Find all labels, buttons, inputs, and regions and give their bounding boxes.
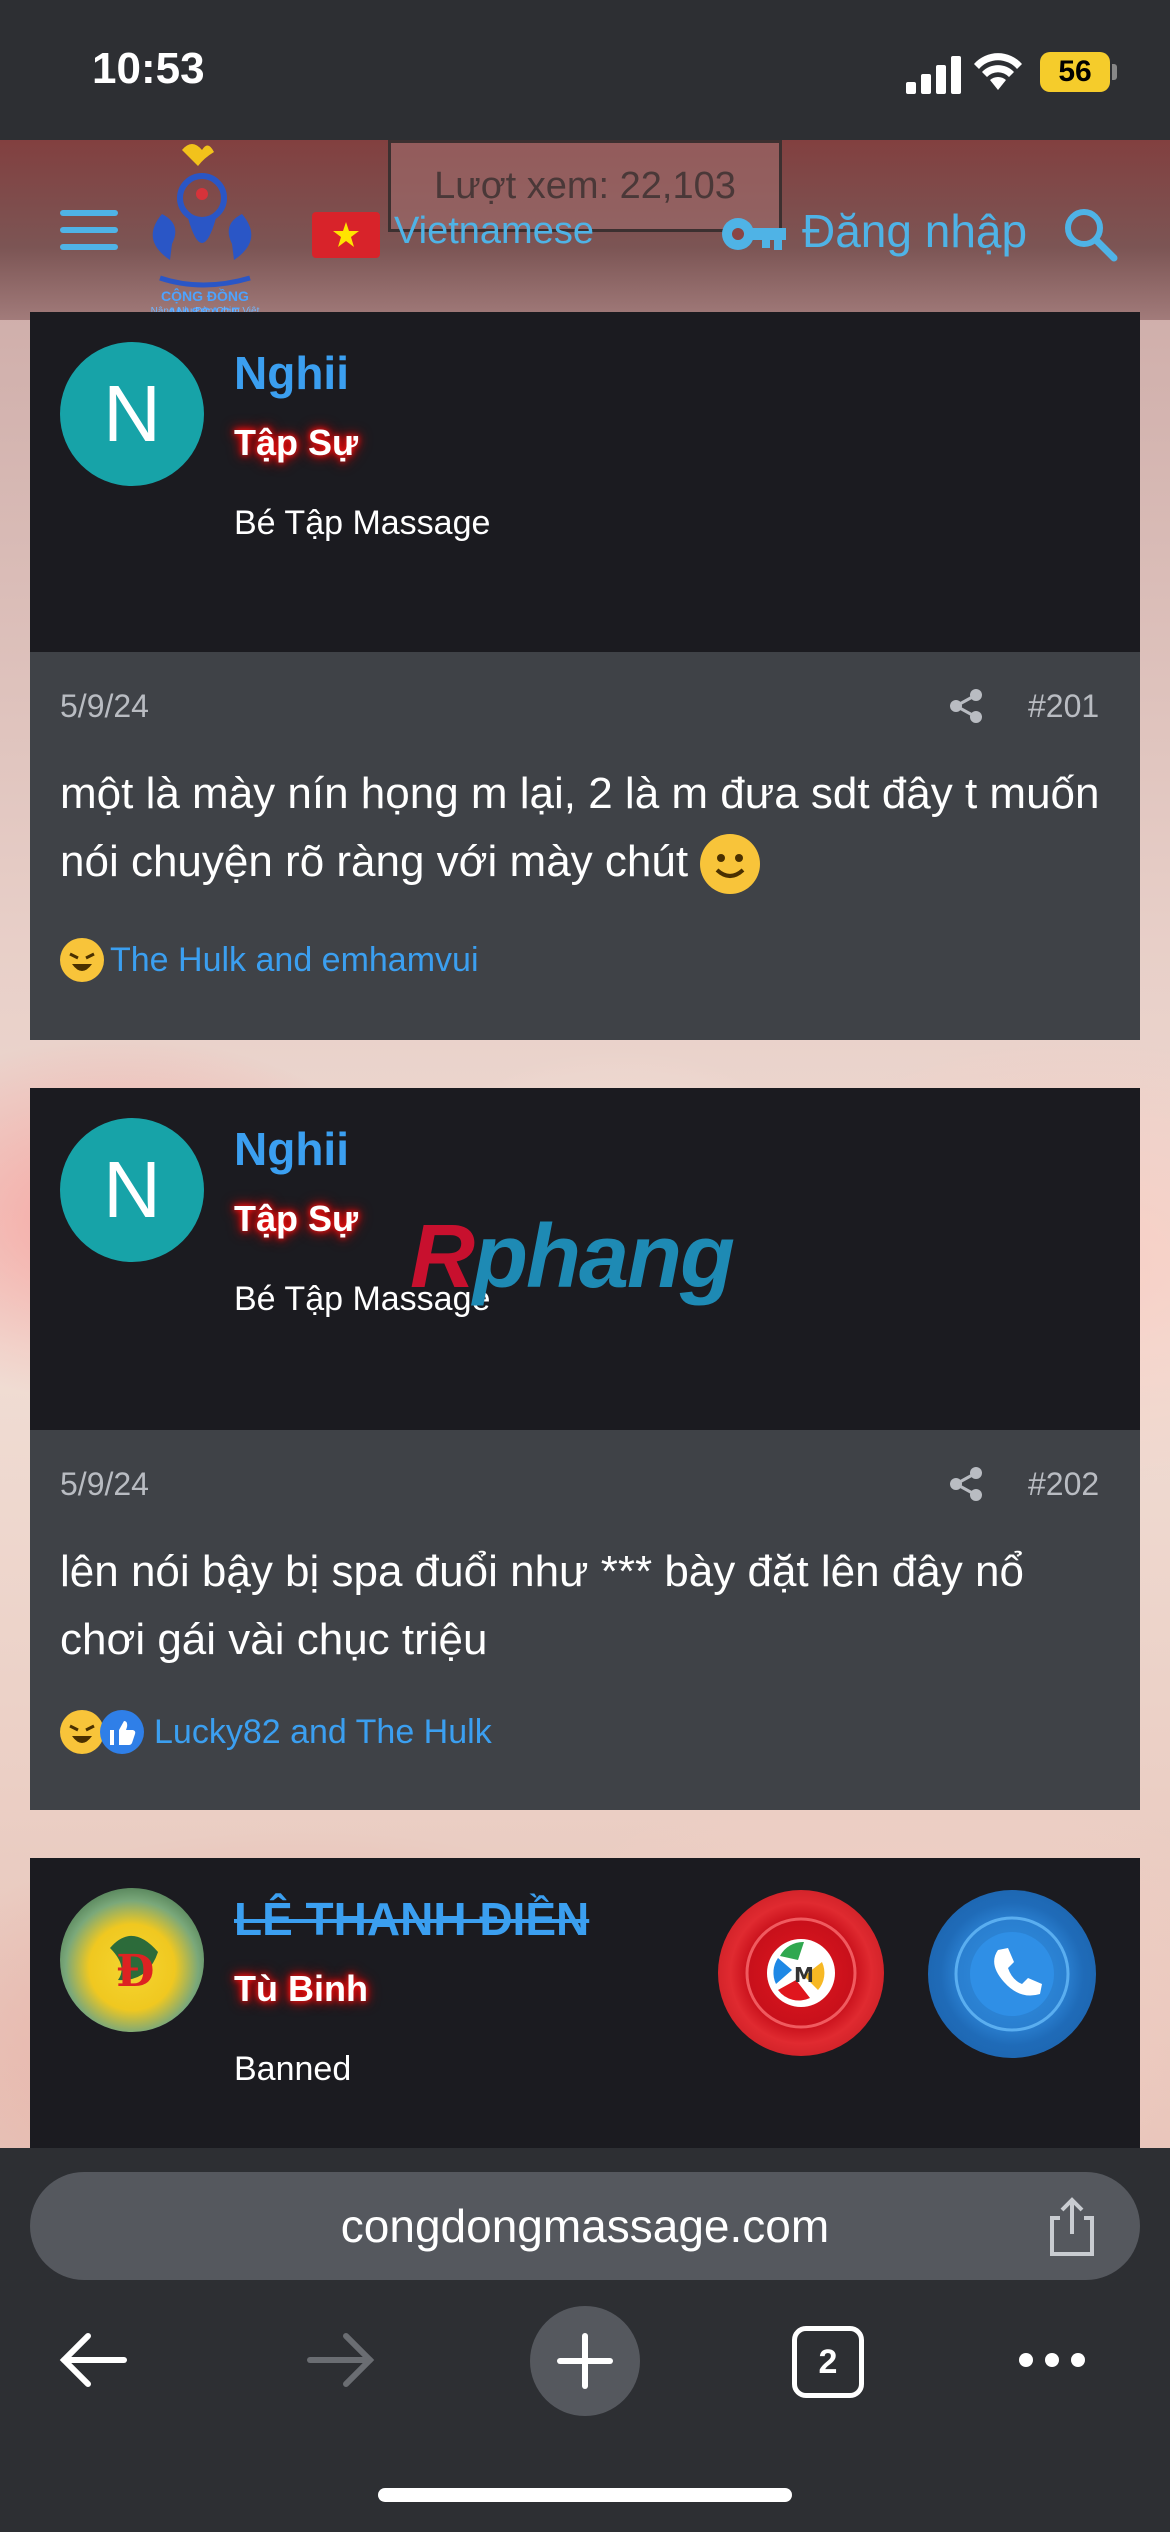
svg-text:M: M <box>794 1963 814 1987</box>
reactions-label[interactable]: Lucky82 and The Hulk <box>154 1713 492 1752</box>
menu-icon[interactable] <box>60 210 118 254</box>
logo-bird-icon <box>152 144 252 288</box>
reactions-label[interactable]: The Hulk and emhamvui <box>110 941 479 980</box>
svg-text:Ð: Ð <box>116 1946 154 1997</box>
forward-arrow-icon[interactable] <box>304 2330 376 2390</box>
laughing-emoji-icon <box>60 1710 104 1754</box>
wifi-icon <box>974 53 1022 90</box>
post-reactions[interactable]: The Hulk and emhamvui <box>60 938 479 982</box>
more-options-icon[interactable] <box>1016 2348 1088 2372</box>
flag-vietnam-icon[interactable] <box>312 212 380 258</box>
user-subtitle: Bé Tập Massage <box>234 504 491 542</box>
avatar[interactable]: N <box>60 342 204 486</box>
messenger-float-button[interactable]: M <box>718 1890 884 2056</box>
search-icon[interactable] <box>1062 206 1118 262</box>
language-selector[interactable]: Vietnamese <box>394 210 594 253</box>
thumbs-up-icon <box>100 1710 144 1754</box>
address-bar[interactable]: congdongmassage.com <box>30 2172 1140 2280</box>
post-date[interactable]: 5/9/24 <box>60 1466 149 1503</box>
post-text: lên nói bậy bị spa đuổi như *** bày đặt … <box>60 1547 1024 1664</box>
browser-toolbar: congdongmassage.com 2 <box>0 2148 1170 2532</box>
avatar[interactable]: Ð <box>60 1888 204 2032</box>
post-number[interactable]: #202 <box>1028 1466 1099 1503</box>
post-number[interactable]: #201 <box>1028 688 1099 725</box>
watermark-logo: Rphang <box>410 1207 735 1307</box>
smile-emoji-icon <box>700 834 761 895</box>
avatar[interactable]: N <box>60 1118 204 1262</box>
status-time: 10:53 <box>92 44 205 93</box>
share-upload-icon[interactable] <box>1042 2196 1102 2258</box>
user-title: Tù Binh <box>234 1968 368 2009</box>
phone-float-button[interactable] <box>928 1890 1096 2058</box>
post-date[interactable]: 5/9/24 <box>60 688 149 725</box>
user-title: Tập Sự <box>234 1198 359 1239</box>
share-icon[interactable] <box>948 688 984 724</box>
username[interactable]: Nghii <box>234 1122 349 1176</box>
plus-icon <box>557 2333 613 2389</box>
user-subtitle: Banned <box>234 2050 352 2088</box>
key-icon[interactable] <box>720 214 786 254</box>
site-logo[interactable]: CỘNG ĐỒNG MASSAGE Nâng Niu Đàn Chim Việt <box>130 140 280 320</box>
site-header: CỘNG ĐỒNG MASSAGE Nâng Niu Đàn Chim Việt… <box>0 140 1170 320</box>
post-reactions[interactable]: Lucky82 and The Hulk <box>60 1710 492 1754</box>
address-bar-url[interactable]: congdongmassage.com <box>30 2172 1140 2280</box>
post-body: 5/9/24 #202 lên nói bậy bị spa đuổi như … <box>30 1430 1140 1810</box>
share-icon[interactable] <box>948 1466 984 1502</box>
post-user-block: N Nghii Tập Sự Bé Tập Massage <box>30 312 1140 652</box>
user-title: Tập Sự <box>234 422 359 463</box>
login-link[interactable]: Đăng nhập <box>802 204 1027 258</box>
home-indicator <box>378 2488 792 2502</box>
post-body: 5/9/24 #201 một là mày nín họng m lại, 2… <box>30 652 1140 1040</box>
cellular-signal-icon <box>906 56 961 94</box>
username[interactable]: LÊ THANH ĐIỀN <box>234 1892 589 1946</box>
post-card: N Nghii Tập Sự Bé Tập Massage 5/9/24 #20… <box>30 1088 1140 1810</box>
post-text: một là mày nín họng m lại, 2 là m đưa sd… <box>60 760 1120 896</box>
username[interactable]: Nghii <box>234 346 349 400</box>
laughing-emoji-icon <box>60 938 104 982</box>
new-tab-button[interactable] <box>530 2306 640 2416</box>
post-text-content: một là mày nín họng m lại, 2 là m đưa sd… <box>60 769 1100 886</box>
battery-tip <box>1112 64 1117 80</box>
back-arrow-icon[interactable] <box>58 2330 130 2390</box>
phone-icon <box>954 1916 1070 2032</box>
tab-count-button[interactable]: 2 <box>792 2326 864 2398</box>
messenger-icon: M <box>745 1917 857 2029</box>
battery-indicator: 56 <box>1040 52 1110 92</box>
post-card: N Nghii Tập Sự Bé Tập Massage 5/9/24 #20… <box>30 312 1140 1040</box>
status-bar: 10:53 56 <box>0 0 1170 140</box>
